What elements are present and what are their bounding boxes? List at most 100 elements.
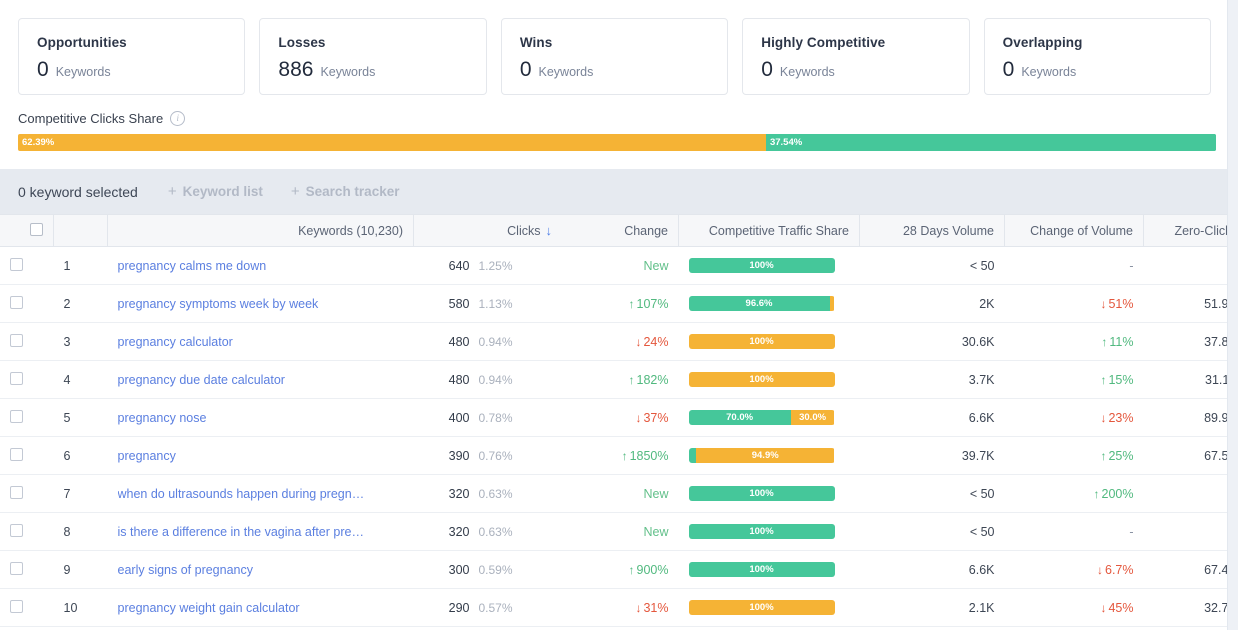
kpi-unit: Keywords [320,65,376,79]
volume-value: 2K [859,284,1005,323]
competitive-traffic-share-bar: 100% [688,258,835,273]
clicks-cell: 290 0.57% [413,588,562,627]
keyword-link[interactable]: pregnancy due date calculator [118,373,393,387]
kpi-title: Highly Competitive [761,35,886,50]
keyword-link[interactable]: pregnancy [118,449,393,463]
keyword-link[interactable]: pregnancy calms me down [118,259,393,273]
row-checkbox[interactable] [10,409,23,423]
row-checkbox[interactable] [10,333,23,347]
keyword-link[interactable]: when do ultrasounds happen during pregn… [118,487,393,501]
keyword-cell: pregnancy symptoms week by week [107,284,414,323]
header-zero-click[interactable]: Zero-Click % [1143,214,1227,247]
keywords-table: Keywords (10,230) Clicks ↓ Change Competi… [0,214,1227,627]
change-value: ↑ 107% [628,296,669,311]
row-checkbox[interactable] [10,295,23,309]
row-number: 7 [53,474,108,513]
table-row[interactable]: 9 early signs of pregnancy 300 0.59% ↑ 900% 10… [0,550,1227,589]
arrow-up-icon: ↑ [628,372,635,387]
header-change-of-volume[interactable]: Change of Volume [1004,214,1144,247]
arrow-up-icon: ↑ [1100,372,1107,387]
clicks-percent: 0.63% [478,524,513,539]
table-row[interactable]: 5 pregnancy nose 400 0.78% ↓ 37% 70.0% 30.0% 6.6… [0,398,1227,437]
traffic-share-segment: 100% [688,562,835,577]
change-cell: ↑ 107% [562,284,679,323]
clicks-cell: 320 0.63% [413,512,562,551]
kpi-card-highly-competitive[interactable]: Highly Competitive 0 Keywords [742,18,970,95]
competitive-clicks-share-label: Competitive Clicks Share [18,111,164,126]
table-row[interactable]: 6 pregnancy 390 0.76% ↑ 1850% 94.9% 39.7K ↑ 25% 67… [0,436,1227,475]
table-row[interactable]: 8 is there a difference in the vagina aft… [0,512,1227,551]
kpi-card-overlapping[interactable]: Overlapping 0 Keywords [983,18,1212,95]
keyword-cell: pregnancy calculator [107,322,414,361]
traffic-share-segment: 100% [688,486,835,501]
row-number: 4 [53,360,108,399]
clicks-cell: 320 0.63% [413,474,562,513]
add-to-search-tracker-button[interactable]: + Search tracker [291,184,400,199]
table-row[interactable]: 7 when do ultrasounds happen during pregn… [0,474,1227,513]
keyword-link[interactable]: early signs of pregnancy [118,563,393,577]
kpi-title: Wins [519,35,553,50]
row-number-header [53,214,108,247]
kpi-value: 0 [761,58,773,81]
header-change[interactable]: Change [562,214,679,247]
row-number: 1 [53,246,108,285]
zero-click-value: 0% [1143,474,1227,513]
table-row[interactable]: 10 pregnancy weight gain calculator 290 0.5… [0,588,1227,627]
row-checkbox[interactable] [10,447,23,461]
row-checkbox[interactable] [10,561,23,575]
change-of-volume-value: ↓ 45% [1100,600,1134,615]
table-row[interactable]: 2 pregnancy symptoms week by week 580 1.13%… [0,284,1227,323]
arrow-down-icon: ↓ [545,223,553,238]
keyword-cell: pregnancy weight gain calculator [107,588,414,627]
change-value: ↓ 37% [635,410,669,425]
keyword-link[interactable]: pregnancy symptoms week by week [118,297,393,311]
traffic-share-segment: 100% [688,524,835,539]
kpi-card-wins[interactable]: Wins 0 Keywords [500,18,729,95]
row-checkbox[interactable] [10,371,23,385]
keyword-link[interactable]: is there a difference in the vagina afte… [118,525,393,539]
change-of-volume-value: - [1129,258,1134,273]
change-cell: ↑ 1850% [562,436,679,475]
clicks-percent: 1.13% [478,296,513,311]
row-select-cell [0,398,54,437]
keywords-table-scroll[interactable]: Keywords (10,230) Clicks ↓ Change Competi… [0,214,1227,627]
competitive-traffic-share-bar: 94.9% [688,448,835,463]
change-of-volume-cell: ↑ 15% [1004,360,1144,399]
keyword-link[interactable]: pregnancy nose [118,411,393,425]
change-of-volume-cell: - [1004,246,1144,285]
header-competitive-traffic-share[interactable]: Competitive Traffic Share [678,214,860,247]
competitive-traffic-share-cell: 100% [678,360,860,399]
header-clicks[interactable]: Clicks ↓ [413,214,562,247]
kpi-card-opportunities[interactable]: Opportunities 0 Keywords [18,18,246,95]
table-body: 1 pregnancy calms me down 640 1.25% New 100% <… [0,246,1227,627]
kpi-value-row: 886 Keywords [278,59,467,80]
row-checkbox[interactable] [10,599,23,613]
change-cell: ↑ 182% [562,360,679,399]
clicks-percent: 0.78% [478,410,513,425]
kpi-card-losses[interactable]: Losses 886 Keywords [259,18,487,95]
plus-icon: + [290,183,300,200]
row-checkbox[interactable] [10,257,23,271]
arrow-down-icon: ↓ [1097,562,1103,577]
keyword-link[interactable]: pregnancy weight gain calculator [118,601,393,615]
volume-value: < 50 [859,246,1005,285]
table-row[interactable]: 1 pregnancy calms me down 640 1.25% New 100% <… [0,246,1227,285]
keyword-link[interactable]: pregnancy calculator [118,335,393,349]
traffic-share-segment [829,296,835,311]
kpi-value-row: 0 Keywords [37,59,226,80]
change-of-volume-cell: ↓ 6.7% [1004,550,1144,589]
row-number: 5 [53,398,108,437]
keyword-cell: is there a difference in the vagina afte… [107,512,414,551]
table-row[interactable]: 3 pregnancy calculator 480 0.94% ↓ 24% 100% 30.… [0,322,1227,361]
info-icon[interactable]: i [170,111,186,126]
competitive-traffic-share-cell: 94.9% [678,436,860,475]
row-checkbox[interactable] [10,523,23,537]
select-all-checkbox[interactable] [30,222,43,236]
add-to-keyword-list-button[interactable]: + Keyword list [168,184,263,199]
header-keywords[interactable]: Keywords (10,230) [107,214,414,247]
table-row[interactable]: 4 pregnancy due date calculator 480 0.94% ↑ 1… [0,360,1227,399]
header-28-days-volume[interactable]: 28 Days Volume [859,214,1005,247]
page-right-edge [1227,0,1238,630]
clicks-value: 400 [448,410,470,425]
row-checkbox[interactable] [10,485,23,499]
